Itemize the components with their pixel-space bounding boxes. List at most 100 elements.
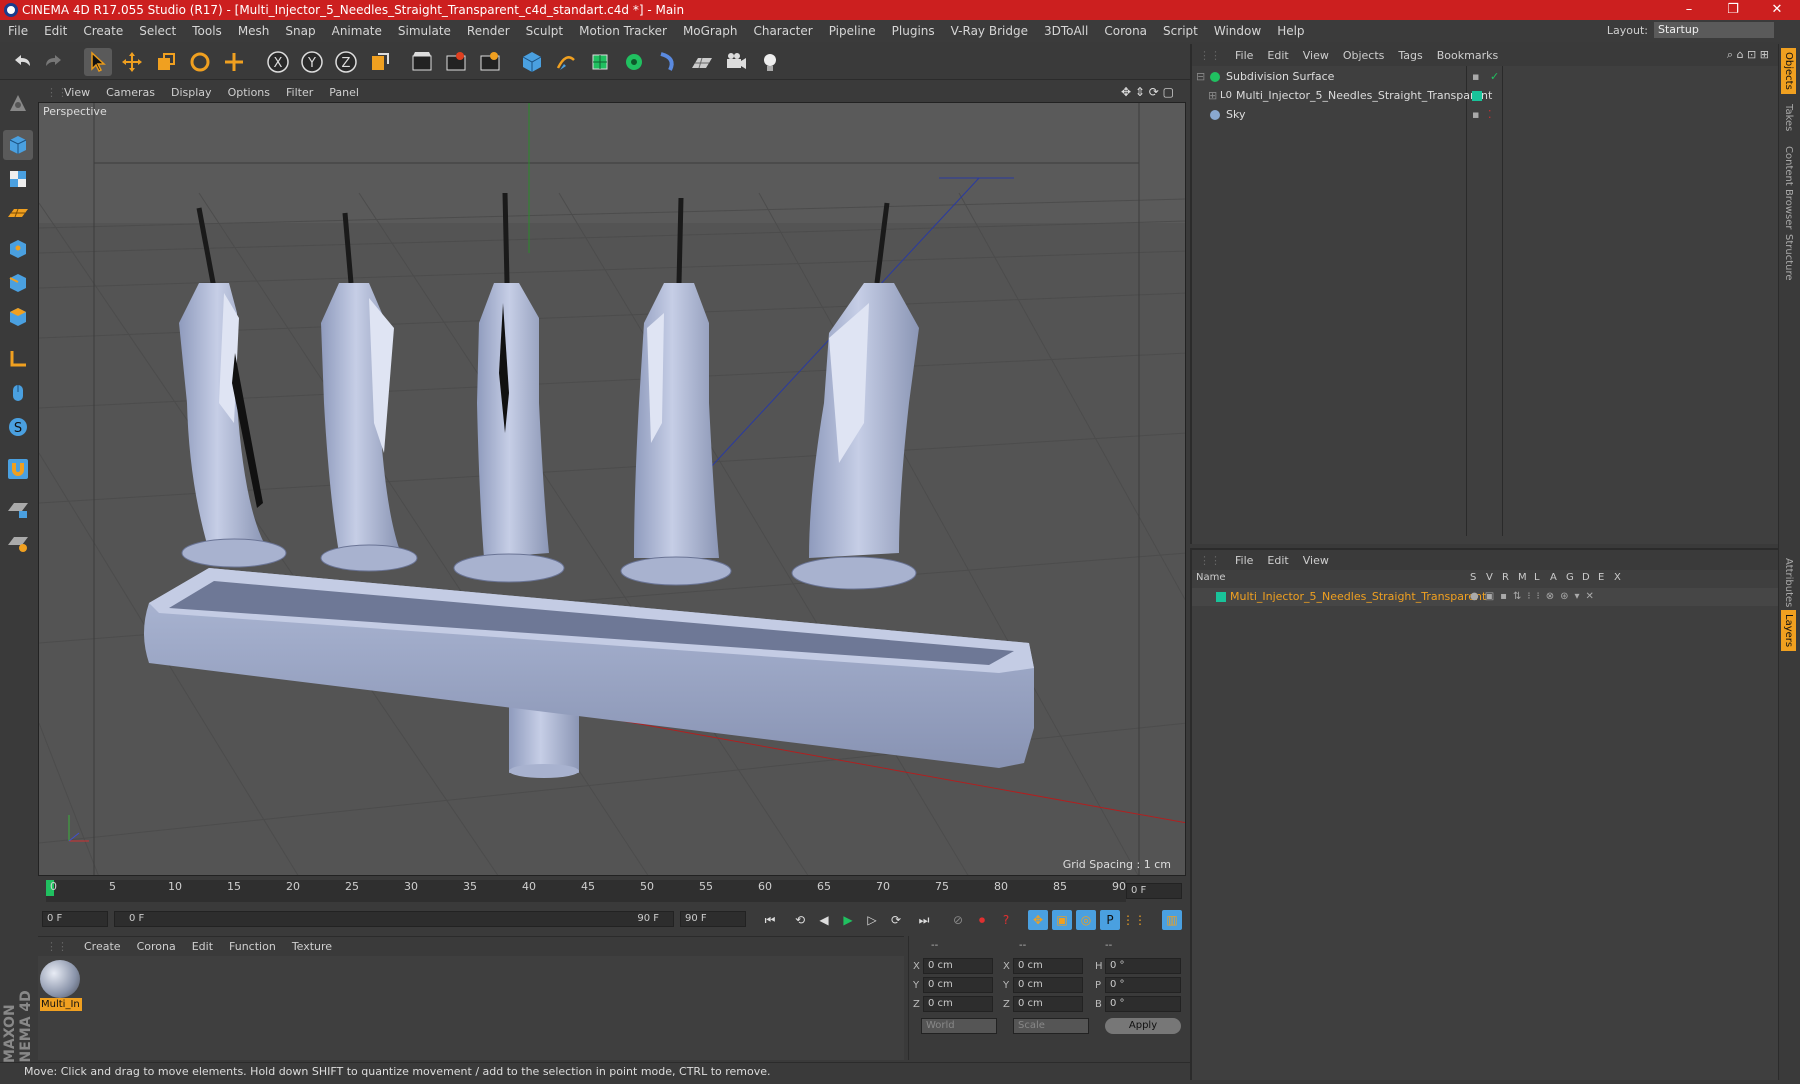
points-mode-icon[interactable]	[3, 234, 33, 264]
menu-vray-bridge[interactable]: V-Ray Bridge	[943, 24, 1036, 38]
cloner-icon[interactable]	[620, 48, 648, 76]
play-icon[interactable]: ▶	[838, 910, 858, 930]
scale-mode-dropdown[interactable]: Scale	[1013, 1018, 1089, 1034]
size-z-field[interactable]: 0 cm	[1013, 996, 1083, 1012]
polygons-mode-icon[interactable]	[3, 302, 33, 332]
key-scale-icon[interactable]: ▣	[1052, 910, 1072, 930]
visibility-dots-icon[interactable]: ⁚	[1488, 87, 1492, 105]
viewport-menu-panel[interactable]: Panel	[321, 86, 367, 99]
next-key-icon[interactable]: ⟳	[886, 910, 906, 930]
obj-menu-file[interactable]: File	[1228, 49, 1260, 62]
obj-menu-bookmarks[interactable]: Bookmarks	[1430, 49, 1505, 62]
perspective-viewport[interactable]: Perspective Grid Spacing : 1 cm	[38, 102, 1186, 876]
menu-3dtoall[interactable]: 3DToAll	[1036, 24, 1096, 38]
menu-snap[interactable]: Snap	[277, 24, 323, 38]
menu-file[interactable]: File	[0, 24, 36, 38]
maximize-button[interactable]: ❐	[1710, 0, 1756, 20]
rotation-h-field[interactable]: 0 °	[1105, 958, 1181, 974]
editor-visibility-icon[interactable]: ▪	[1472, 68, 1479, 86]
position-z-field[interactable]: 0 cm	[923, 996, 993, 1012]
snap-icon[interactable]: S	[3, 412, 33, 442]
menu-plugins[interactable]: Plugins	[884, 24, 943, 38]
object-name[interactable]: Sky	[1226, 106, 1245, 124]
scale-tool-icon[interactable]	[152, 48, 180, 76]
redo-icon[interactable]	[40, 48, 68, 76]
model-mode-icon[interactable]	[3, 130, 33, 160]
material-menu-edit[interactable]: Edit	[184, 940, 221, 953]
layer-flag-icons[interactable]: ●▣▪⇅⁝⁝⊗⊛▾✕	[1470, 588, 1600, 606]
move-tool-icon[interactable]	[118, 48, 146, 76]
material-menu-texture[interactable]: Texture	[284, 940, 340, 953]
minimize-button[interactable]: –	[1666, 0, 1712, 20]
search-home-icons[interactable]: ⌕ ⌂ ⊡ ⊞	[1720, 48, 1776, 62]
deformer-icon[interactable]	[654, 48, 682, 76]
menu-mesh[interactable]: Mesh	[230, 24, 278, 38]
size-y-field[interactable]: 0 cm	[1013, 977, 1083, 993]
obj-menu-edit[interactable]: Edit	[1260, 49, 1295, 62]
layout-dropdown[interactable]: Startup	[1654, 22, 1774, 38]
obj-menu-objects[interactable]: Objects	[1336, 49, 1392, 62]
key-pla-icon[interactable]: ⋮⋮	[1122, 910, 1146, 930]
cube-primitive-icon[interactable]	[518, 48, 546, 76]
menu-help[interactable]: Help	[1269, 24, 1312, 38]
layer-menu-view[interactable]: View	[1296, 554, 1336, 567]
obj-menu-tags[interactable]: Tags	[1391, 49, 1429, 62]
spline-pen-icon[interactable]	[552, 48, 580, 76]
tab-structure[interactable]: Structure	[1781, 230, 1796, 285]
menu-simulate[interactable]: Simulate	[390, 24, 459, 38]
tab-objects[interactable]: Objects	[1781, 48, 1796, 94]
tab-content-browser[interactable]: Content Browser	[1781, 142, 1796, 233]
layer-name[interactable]: Multi_Injector_5_Needles_Straight_Transp…	[1230, 588, 1486, 606]
obj-menu-view[interactable]: View	[1296, 49, 1336, 62]
apply-button[interactable]: Apply	[1105, 1018, 1181, 1034]
material-thumbnail[interactable]: Multi_In	[40, 960, 82, 1012]
timeline-window-icon[interactable]: ▥	[1162, 910, 1182, 930]
axis-mode-icon[interactable]	[3, 344, 33, 374]
z-axis-lock-icon[interactable]: Z	[332, 48, 360, 76]
render-to-picture-viewer-icon[interactable]	[442, 48, 470, 76]
menu-animate[interactable]: Animate	[324, 24, 390, 38]
menu-render[interactable]: Render	[459, 24, 518, 38]
object-row[interactable]: Sky ▪ ⁚	[1192, 106, 1780, 124]
tab-layers[interactable]: Layers	[1781, 610, 1796, 652]
layer-menu-edit[interactable]: Edit	[1260, 554, 1295, 567]
menu-sculpt[interactable]: Sculpt	[518, 24, 571, 38]
start-frame-field[interactable]: 0 F	[42, 911, 108, 927]
subdivision-surface-icon[interactable]	[586, 48, 614, 76]
workplane-icon[interactable]	[3, 198, 33, 228]
menu-motion-tracker[interactable]: Motion Tracker	[571, 24, 675, 38]
undo-icon[interactable]	[8, 48, 36, 76]
layer-row[interactable]: Multi_Injector_5_Needles_Straight_Transp…	[1192, 588, 1780, 606]
object-name[interactable]: Subdivision Surface	[1226, 68, 1334, 86]
object-row[interactable]: ⊟ Subdivision Surface ▪ ✓	[1192, 68, 1780, 86]
coordinate-system-icon[interactable]	[366, 48, 394, 76]
autokey-icon[interactable]: ?	[996, 910, 1016, 930]
key-parameter-icon[interactable]: P	[1100, 910, 1120, 930]
visibility-dots-icon[interactable]: ⁚	[1488, 106, 1492, 124]
go-to-end-icon[interactable]: ⏭	[914, 910, 934, 930]
expand-toggle-icon[interactable]: ⊞	[1208, 87, 1217, 105]
edges-mode-icon[interactable]	[3, 268, 33, 298]
menu-script[interactable]: Script	[1155, 24, 1206, 38]
go-to-start-icon[interactable]: ⏮	[760, 910, 780, 930]
magnet-icon[interactable]	[3, 454, 33, 484]
position-x-field[interactable]: 0 cm	[923, 958, 993, 974]
material-menu-function[interactable]: Function	[221, 940, 284, 953]
viewport-menu-filter[interactable]: Filter	[278, 86, 321, 99]
make-editable-icon[interactable]	[3, 88, 33, 118]
menu-pipeline[interactable]: Pipeline	[821, 24, 884, 38]
object-name[interactable]: Multi_Injector_5_Needles_Straight_Transp…	[1236, 87, 1492, 105]
record-disabled-icon[interactable]: ⊘	[948, 910, 968, 930]
object-row[interactable]: ⊞ L0 Multi_Injector_5_Needles_Straight_T…	[1192, 87, 1780, 105]
next-frame-icon[interactable]: ▷	[862, 910, 882, 930]
expand-toggle-icon[interactable]: ⊟	[1196, 68, 1205, 86]
timeline-ruler[interactable]: 0 5 10 15 20 25 30 35 40 45 50 55 60 65 …	[38, 878, 1186, 904]
key-rotation-icon[interactable]: ◎	[1076, 910, 1096, 930]
tweak-mode-icon[interactable]	[3, 378, 33, 408]
enabled-check-icon[interactable]: ✓	[1490, 68, 1499, 86]
previous-frame-icon[interactable]: ◀	[814, 910, 834, 930]
current-frame-field[interactable]: 0 F	[1126, 883, 1182, 899]
render-settings-icon[interactable]	[476, 48, 504, 76]
end-frame-field[interactable]: 90 F	[680, 911, 746, 927]
coordinate-space-dropdown[interactable]: World	[921, 1018, 997, 1034]
